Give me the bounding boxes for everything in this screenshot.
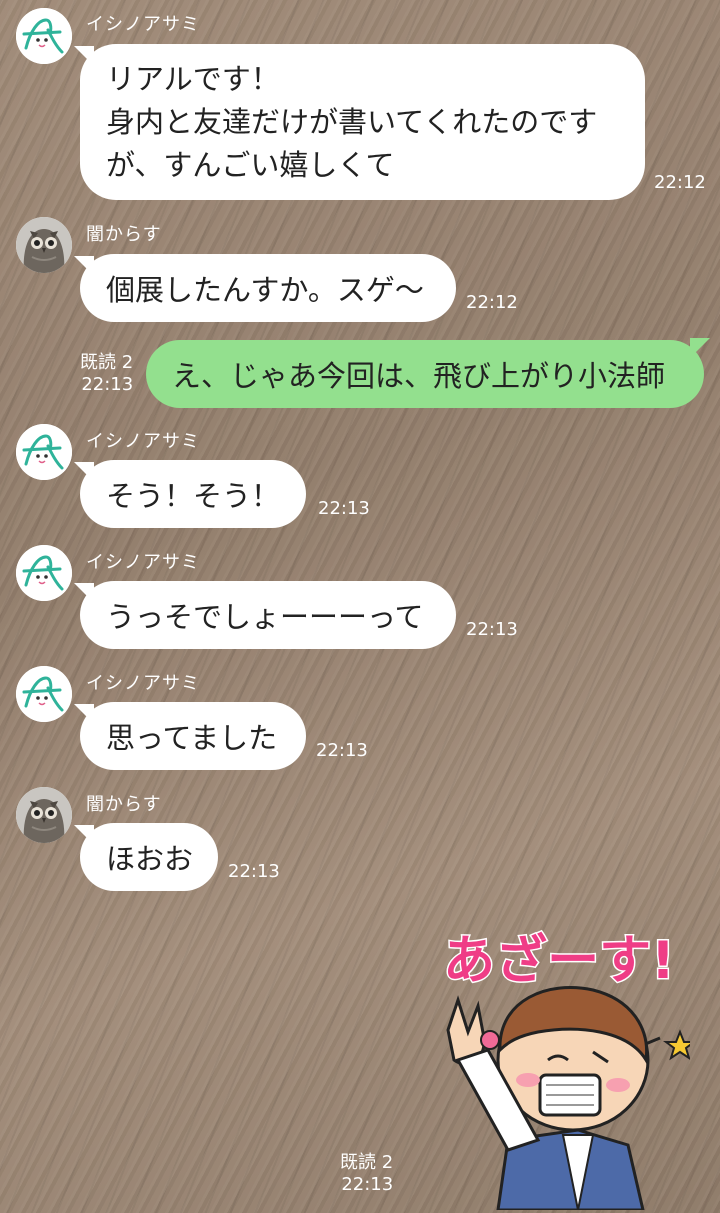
message-bubble[interactable]: うっそでしょーーーって xyxy=(80,581,456,649)
read-count: 既読 2 xyxy=(340,1152,394,1173)
owl-icon xyxy=(16,217,72,273)
message-bubble[interactable]: リアルです！ 身内と友達だけが書いてくれたのです が、すんごい嬉しくて xyxy=(80,44,645,200)
message-bubble[interactable]: ほおお xyxy=(80,823,218,891)
message-time: 22:12 xyxy=(654,172,706,193)
bowing-character-sticker-icon: あざーす! xyxy=(442,930,697,1212)
owl-icon xyxy=(16,787,72,843)
avatar[interactable] xyxy=(16,424,72,480)
sender-name: イシノアサミ xyxy=(86,14,200,35)
message-time: 22:13 xyxy=(228,861,280,882)
leaf-logo-icon xyxy=(16,424,72,480)
avatar[interactable] xyxy=(16,217,72,273)
leaf-logo-icon xyxy=(16,545,72,601)
sender-name: イシノアサミ xyxy=(86,552,200,573)
sender-name: 闇からす xyxy=(86,794,162,815)
leaf-logo-icon xyxy=(16,8,72,64)
read-count: 既読 2 xyxy=(80,352,134,373)
message-time: 22:12 xyxy=(466,292,518,313)
avatar[interactable] xyxy=(16,545,72,601)
avatar[interactable] xyxy=(16,787,72,843)
leaf-logo-icon xyxy=(16,666,72,722)
sender-name: 闇からす xyxy=(86,224,162,245)
message-time: 22:13 xyxy=(341,1174,394,1195)
message-time: 22:13 xyxy=(316,740,368,761)
message-time: 22:13 xyxy=(81,374,134,395)
read-receipt: 既読 2 22:13 xyxy=(80,352,133,396)
read-receipt: 既読 2 22:13 xyxy=(340,1152,393,1196)
message-bubble[interactable]: そう！そう！ xyxy=(80,460,306,528)
message-time: 22:13 xyxy=(466,619,518,640)
sticker[interactable]: あざーす! xyxy=(428,920,697,1212)
message-bubble[interactable]: 個展したんすか。スゲ〜 xyxy=(80,254,456,322)
sticker-caption: あざーす! xyxy=(443,931,675,991)
sender-name: イシノアサミ xyxy=(86,673,200,694)
avatar[interactable] xyxy=(16,8,72,64)
message-time: 22:13 xyxy=(318,498,370,519)
message-bubble[interactable]: 思ってました xyxy=(80,702,306,770)
message-bubble[interactable]: え、じゃあ今回は、飛び上がり小法師 xyxy=(146,340,704,408)
avatar[interactable] xyxy=(16,666,72,722)
bubble-tail xyxy=(690,338,710,358)
sender-name: イシノアサミ xyxy=(86,431,200,452)
